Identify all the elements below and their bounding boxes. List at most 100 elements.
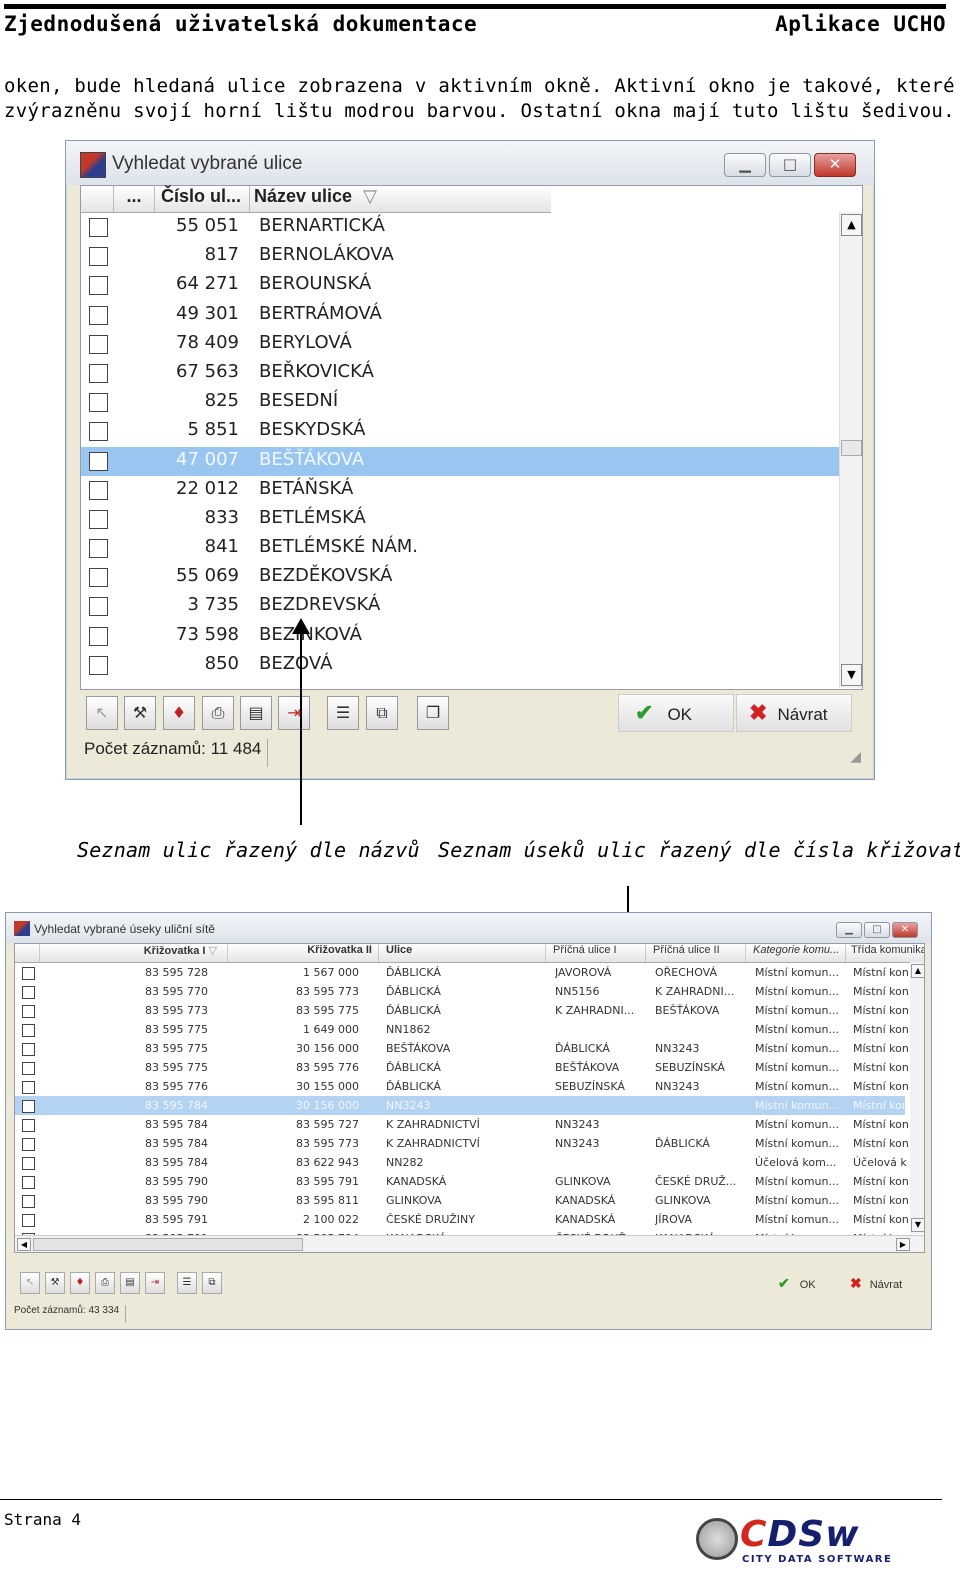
row-checkbox[interactable] — [89, 480, 108, 500]
table-row[interactable]: 83 595 784 83 622 943 NN282 Účelová kom... Ú… — [15, 1153, 907, 1172]
table-row[interactable]: 55 051 BERNARTICKÁ — [81, 213, 841, 242]
table-row[interactable]: 83 595 728 1 567 000 ĎÁBLICKÁ JAVOROVÁ OŘECH… — [15, 963, 909, 982]
copy-icon[interactable]: ⧉ — [366, 696, 398, 730]
table-row[interactable]: 83 595 784 30 156 000 NN3243 Místní komun..… — [15, 1096, 909, 1115]
table-row[interactable]: 83 595 775 30 156 000 BEŠŤÁKOVA ĎÁBLICKÁ NN3… — [15, 1039, 909, 1058]
table-row[interactable]: 83 595 784 83 595 727 K ZAHRADNICTVÍ NN3243… — [15, 1115, 909, 1134]
table-row[interactable]: 64 271 BEROUNSKÁ — [81, 271, 841, 300]
row-checkbox[interactable] — [22, 1176, 35, 1189]
row-checkbox[interactable] — [89, 422, 108, 442]
document-icon[interactable]: ▤ — [240, 696, 272, 730]
pages-icon[interactable]: ❐ — [417, 696, 449, 730]
locate-icon[interactable]: ♦ — [70, 1272, 90, 1294]
table-row[interactable]: 833 BETLÉMSKÁ — [81, 505, 841, 534]
row-checkbox[interactable] — [22, 1214, 35, 1227]
window-titlebar[interactable]: Vyhledat vybrané ulice ▁ □ ✕ — [66, 141, 874, 185]
table-row[interactable]: 83 595 790 83 595 811 GLINKOVA KANADSKÁ GLIN… — [15, 1191, 909, 1210]
row-checkbox[interactable] — [89, 451, 108, 471]
table-row[interactable]: 83 595 776 30 155 000 ĎÁBLICKÁ SEBUZÍNSKÁ NN… — [15, 1077, 909, 1096]
table-row[interactable]: 49 301 BERTRÁMOVÁ — [81, 301, 841, 330]
row-checkbox[interactable] — [22, 1119, 35, 1132]
table-row[interactable]: 83 595 784 83 595 773 K ZAHRADNICTVÍ NN3243… — [15, 1134, 909, 1153]
column-cross-street-2-header[interactable]: Příčná ulice II — [647, 944, 746, 962]
list-icon[interactable]: ☰ — [327, 696, 359, 730]
column-crossing-1-header[interactable]: Křižovatka I ▽ — [40, 944, 228, 962]
resize-grip-icon[interactable]: ◢ — [850, 749, 861, 765]
export-icon[interactable]: ⇥ — [145, 1272, 165, 1294]
row-checkbox[interactable] — [89, 393, 108, 413]
scroll-down-icon[interactable]: ▼ — [841, 664, 862, 686]
row-checkbox[interactable] — [89, 568, 108, 588]
row-checkbox[interactable] — [89, 597, 108, 617]
table-row[interactable]: 850 BEZOVÁ — [81, 651, 841, 680]
row-checkbox[interactable] — [89, 363, 108, 383]
column-number-header[interactable]: Číslo ul... — [155, 186, 250, 212]
vertical-scrollbar[interactable]: ▲ ▼ — [910, 962, 924, 1234]
table-row[interactable]: 83 595 791 2 100 022 ČESKÉ DRUŽINY KANADSKÁ… — [15, 1210, 909, 1229]
maximize-button[interactable]: □ — [864, 922, 890, 938]
ok-button[interactable]: ✔ OK — [618, 694, 734, 732]
scroll-up-icon[interactable]: ▲ — [841, 214, 862, 236]
row-checkbox[interactable] — [22, 1157, 35, 1170]
table-row[interactable]: 83 595 773 83 595 775 ĎÁBLICKÁ K ZAHRADNI..… — [15, 1001, 909, 1020]
minimize-button[interactable]: ▁ — [724, 153, 766, 177]
pointer-icon[interactable]: ↖ — [20, 1272, 40, 1294]
list-icon[interactable]: ☰ — [177, 1272, 197, 1294]
scroll-down-icon[interactable]: ▼ — [911, 1218, 924, 1232]
scroll-right-icon[interactable]: ▶ — [896, 1238, 910, 1251]
map-tool-icon[interactable]: ⚒ — [45, 1272, 65, 1294]
row-checkbox[interactable] — [89, 305, 108, 325]
ok-button[interactable]: ✔ OK — [778, 1271, 842, 1295]
row-checkbox[interactable] — [22, 1062, 35, 1075]
table-row[interactable]: 78 409 BERYLOVÁ — [81, 330, 841, 359]
table-row[interactable]: 55 069 BEZDĚKOVSKÁ — [81, 563, 841, 592]
scroll-up-icon[interactable]: ▲ — [911, 964, 924, 978]
back-button[interactable]: ✖ Návrat — [736, 694, 852, 732]
table-row[interactable]: 67 563 BEŘKOVICKÁ — [81, 359, 841, 388]
export-icon[interactable]: ⇥ — [278, 696, 310, 730]
locate-icon[interactable]: ♦ — [163, 696, 195, 730]
print-icon[interactable]: ⎙ — [95, 1272, 115, 1294]
table-row[interactable]: 83 595 790 83 595 791 KANADSKÁ GLINKOVA ČESK… — [15, 1172, 909, 1191]
column-category-header[interactable]: Kategorie komu... — [747, 944, 846, 962]
row-checkbox[interactable] — [89, 539, 108, 559]
row-checkbox[interactable] — [89, 334, 108, 354]
table-row[interactable]: 5 851 BESKYDSKÁ — [81, 417, 841, 446]
document-icon[interactable]: ▤ — [120, 1272, 140, 1294]
table-row[interactable]: 83 595 775 1 649 000 NN1862 Místní komun...… — [15, 1020, 909, 1039]
row-checkbox[interactable] — [89, 509, 108, 529]
horizontal-scrollbar[interactable]: ◀ ▶ — [15, 1235, 924, 1252]
row-checkbox[interactable] — [89, 247, 108, 267]
table-row[interactable]: 3 735 BEZDREVSKÁ — [81, 592, 841, 621]
maximize-button[interactable]: □ — [769, 153, 811, 177]
row-checkbox[interactable] — [22, 1081, 35, 1094]
table-row[interactable]: 83 595 770 83 595 773 ĎÁBLICKÁ NN5156 K ZAHR… — [15, 982, 909, 1001]
column-cross-street-1-header[interactable]: Příčná ulice I — [547, 944, 646, 962]
table-row[interactable]: 825 BESEDNÍ — [81, 388, 841, 417]
back-button[interactable]: ✖ Návrat — [850, 1271, 916, 1295]
row-checkbox[interactable] — [22, 1138, 35, 1151]
row-checkbox[interactable] — [89, 218, 108, 237]
vertical-scrollbar[interactable]: ▲ ▼ — [839, 212, 862, 688]
table-row[interactable]: 817 BERNOLÁKOVA — [81, 242, 841, 271]
print-icon[interactable]: ⎙ — [202, 696, 234, 730]
row-checkbox[interactable] — [22, 967, 35, 980]
row-checkbox[interactable] — [22, 1043, 35, 1056]
table-row[interactable]: 841 BETLÉMSKÉ NÁM. — [81, 534, 841, 563]
column-name-header[interactable]: Název ulice ▽ — [250, 186, 554, 212]
scroll-thumb[interactable] — [841, 440, 862, 456]
row-checkbox[interactable] — [89, 276, 108, 296]
column-options-header[interactable]: ... — [114, 186, 155, 212]
row-checkbox[interactable] — [89, 626, 108, 646]
column-crossing-2-header[interactable]: Křižovatka II — [229, 944, 379, 962]
table-row[interactable]: 83 595 775 83 595 776 ĎÁBLICKÁ BEŠŤÁKOVA SEB… — [15, 1058, 909, 1077]
copy-icon[interactable]: ⧉ — [202, 1272, 222, 1294]
table-row[interactable]: 47 007 BEŠŤÁKOVA — [81, 446, 841, 476]
horizontal-scroll-thumb[interactable] — [33, 1238, 303, 1251]
row-checkbox[interactable] — [22, 986, 35, 999]
table-row[interactable]: 73 598 BEZINKOVÁ — [81, 622, 841, 651]
close-button[interactable]: ✕ — [814, 153, 856, 177]
column-street-header[interactable]: Ulice — [380, 944, 546, 962]
close-button[interactable]: ✕ — [892, 922, 918, 938]
row-checkbox[interactable] — [22, 1005, 35, 1018]
